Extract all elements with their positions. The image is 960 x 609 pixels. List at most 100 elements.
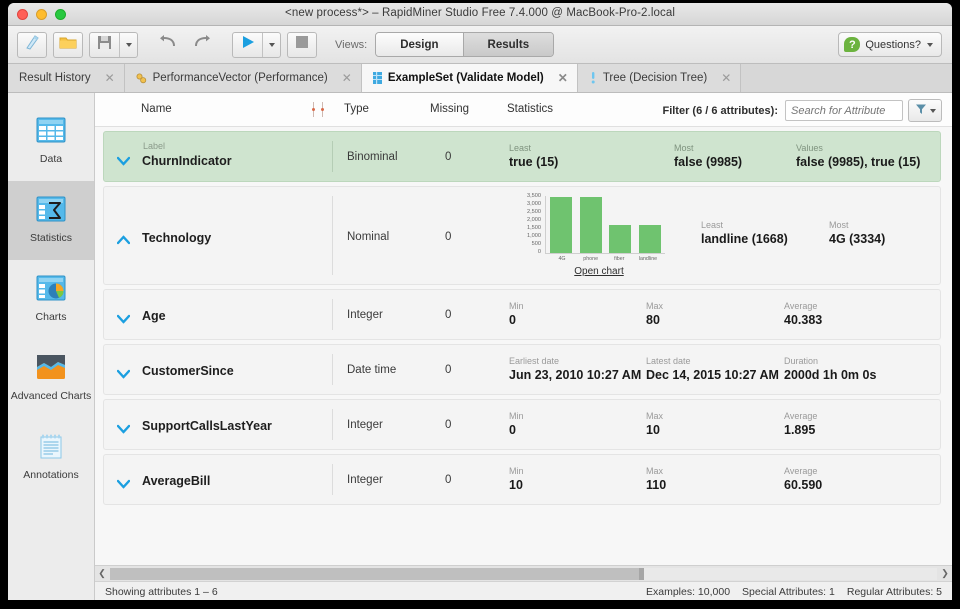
tab-result-history[interactable]: Result History ✕	[8, 64, 125, 92]
sidebar-item-label: Statistics	[30, 232, 72, 244]
row-divider	[332, 354, 333, 385]
y-tick: 1,500	[527, 225, 541, 231]
undo-button[interactable]	[154, 32, 182, 58]
y-tick: 3,000	[527, 201, 541, 207]
chevron-up-icon[interactable]	[117, 231, 130, 240]
run-dropdown-button[interactable]	[263, 33, 280, 57]
advanced-charts-icon	[36, 354, 66, 385]
column-header-type[interactable]: Type	[344, 103, 369, 115]
tab-exampleset[interactable]: ExampleSet (Validate Model) ✕	[362, 64, 578, 92]
stat-key: Min	[509, 301, 524, 312]
column-resize-handle[interactable]	[313, 102, 326, 117]
sidebar-item-statistics[interactable]: Statistics	[8, 181, 94, 260]
data-table-icon	[36, 117, 66, 148]
filter-button[interactable]	[908, 99, 942, 122]
stop-button[interactable]	[287, 32, 317, 58]
table-row[interactable]: AverageBill Integer 0 Min 10 Max 110	[103, 454, 941, 505]
close-icon[interactable]: ✕	[105, 72, 115, 84]
stat-value: 60.590	[784, 478, 822, 493]
stop-icon	[295, 35, 309, 54]
table-row[interactable]: Technology Nominal 0 3,500 3,000 2,500 2…	[103, 186, 941, 285]
row-divider	[332, 196, 333, 275]
stat-average: Average 1.895	[784, 411, 817, 438]
stat-most: Most false (9985)	[674, 143, 742, 170]
scroll-right-icon[interactable]: ❯	[938, 568, 952, 579]
scrollbar-thumb[interactable]	[110, 568, 639, 580]
stat-value: 4G (3334)	[829, 232, 885, 247]
chevron-down-icon[interactable]	[117, 420, 130, 429]
sidebar-item-annotations[interactable]: Annotations	[8, 418, 94, 497]
run-icon	[241, 35, 255, 54]
y-tick: 3,500	[527, 193, 541, 199]
tab-performance-vector[interactable]: PerformanceVector (Performance) ✕	[125, 64, 362, 92]
close-icon[interactable]: ✕	[342, 72, 352, 84]
column-header-statistics[interactable]: Statistics	[507, 103, 553, 115]
app-root: <new process*> – RapidMiner Studio Free …	[0, 0, 960, 609]
chevron-down-icon	[126, 43, 132, 47]
stat-key: Least	[509, 143, 558, 154]
scroll-left-icon[interactable]: ❮	[95, 568, 109, 579]
chevron-down-icon[interactable]	[117, 310, 130, 319]
save-dropdown-button[interactable]	[120, 33, 137, 57]
chevron-down-icon[interactable]	[117, 475, 130, 484]
horizontal-scrollbar[interactable]: ❮ ❯	[95, 565, 952, 581]
y-tick: 500	[532, 241, 541, 247]
save-button[interactable]	[90, 33, 120, 57]
row-divider	[332, 299, 333, 330]
chevron-down-icon[interactable]	[117, 365, 130, 374]
stat-key: Min	[509, 411, 524, 422]
redo-button[interactable]	[188, 32, 216, 58]
stat-max: Max 10	[646, 411, 663, 438]
questions-button[interactable]: ? Questions?	[838, 32, 942, 57]
sidebar-item-charts[interactable]: Charts	[8, 260, 94, 339]
value-distribution-chart[interactable]: 3,500 3,000 2,500 2,000 1,500 1,000 500 …	[509, 194, 689, 279]
scrollbar-track[interactable]	[110, 568, 937, 580]
view-design-button[interactable]: Design	[376, 33, 463, 56]
title-bar: <new process*> – RapidMiner Studio Free …	[8, 3, 952, 26]
stat-value: Dec 14, 2015 10:27 AM	[646, 368, 779, 383]
stat-key: Most	[829, 220, 885, 231]
open-chart-link[interactable]: Open chart	[509, 266, 689, 277]
table-row[interactable]: CustomerSince Date time 0 Earliest date …	[103, 344, 941, 395]
attribute-missing: 0	[445, 364, 451, 376]
chevron-down-icon[interactable]	[117, 152, 130, 161]
stat-key: Latest date	[646, 356, 779, 367]
y-tick: 2,500	[527, 209, 541, 215]
table-header: Name Type Missing Statistics Filter (6 /…	[95, 93, 952, 127]
stat-duration: Duration 2000d 1h 0m 0s	[784, 356, 876, 383]
stat-value: 2000d 1h 0m 0s	[784, 368, 876, 383]
tab-label: PerformanceVector (Performance)	[153, 72, 328, 84]
table-row[interactable]: Label ChurnIndicator Binominal 0 Least t…	[103, 131, 941, 182]
run-button[interactable]	[233, 33, 263, 57]
attribute-type: Nominal	[347, 231, 389, 243]
search-input[interactable]	[785, 100, 903, 121]
stat-key: Values	[796, 143, 920, 154]
sidebar-item-advanced-charts[interactable]: Advanced Charts	[8, 339, 94, 418]
question-mark-icon: ?	[844, 37, 860, 52]
results-sidebar: Data	[8, 93, 95, 601]
column-header-name[interactable]: Name	[141, 103, 172, 115]
close-icon[interactable]: ✕	[558, 72, 568, 84]
table-row[interactable]: SupportCallsLastYear Integer 0 Min 0 Max…	[103, 399, 941, 450]
stat-value: 40.383	[784, 313, 822, 328]
sidebar-item-data[interactable]: Data	[8, 102, 94, 181]
stat-key: Average	[784, 301, 822, 312]
tab-decision-tree[interactable]: Tree (Decision Tree) ✕	[578, 64, 741, 92]
stat-average: Average 40.383	[784, 301, 822, 328]
stat-value: 0	[509, 423, 524, 438]
column-header-missing[interactable]: Missing	[430, 103, 469, 115]
new-process-button[interactable]	[17, 32, 47, 58]
filter-label: Filter (6 / 6 attributes):	[662, 105, 778, 117]
stat-value: landline (1668)	[701, 232, 788, 247]
close-icon[interactable]: ✕	[721, 72, 731, 84]
tab-label: ExampleSet (Validate Model)	[388, 72, 544, 84]
table-row[interactable]: Age Integer 0 Min 0 Max 80 A	[103, 289, 941, 340]
status-bar: Showing attributes 1 – 6 Examples: 10,00…	[95, 581, 952, 601]
open-process-button[interactable]	[53, 32, 83, 58]
chart-y-axis: 3,500 3,000 2,500 2,000 1,500 1,000 500 …	[509, 194, 543, 254]
view-results-button[interactable]: Results	[464, 33, 554, 56]
exampleset-icon	[373, 72, 382, 84]
main-toolbar: Views: Design Results ? Questions?	[8, 26, 952, 64]
stat-value: false (9985)	[674, 155, 742, 170]
views-toggle-group: Design Results	[375, 32, 554, 57]
